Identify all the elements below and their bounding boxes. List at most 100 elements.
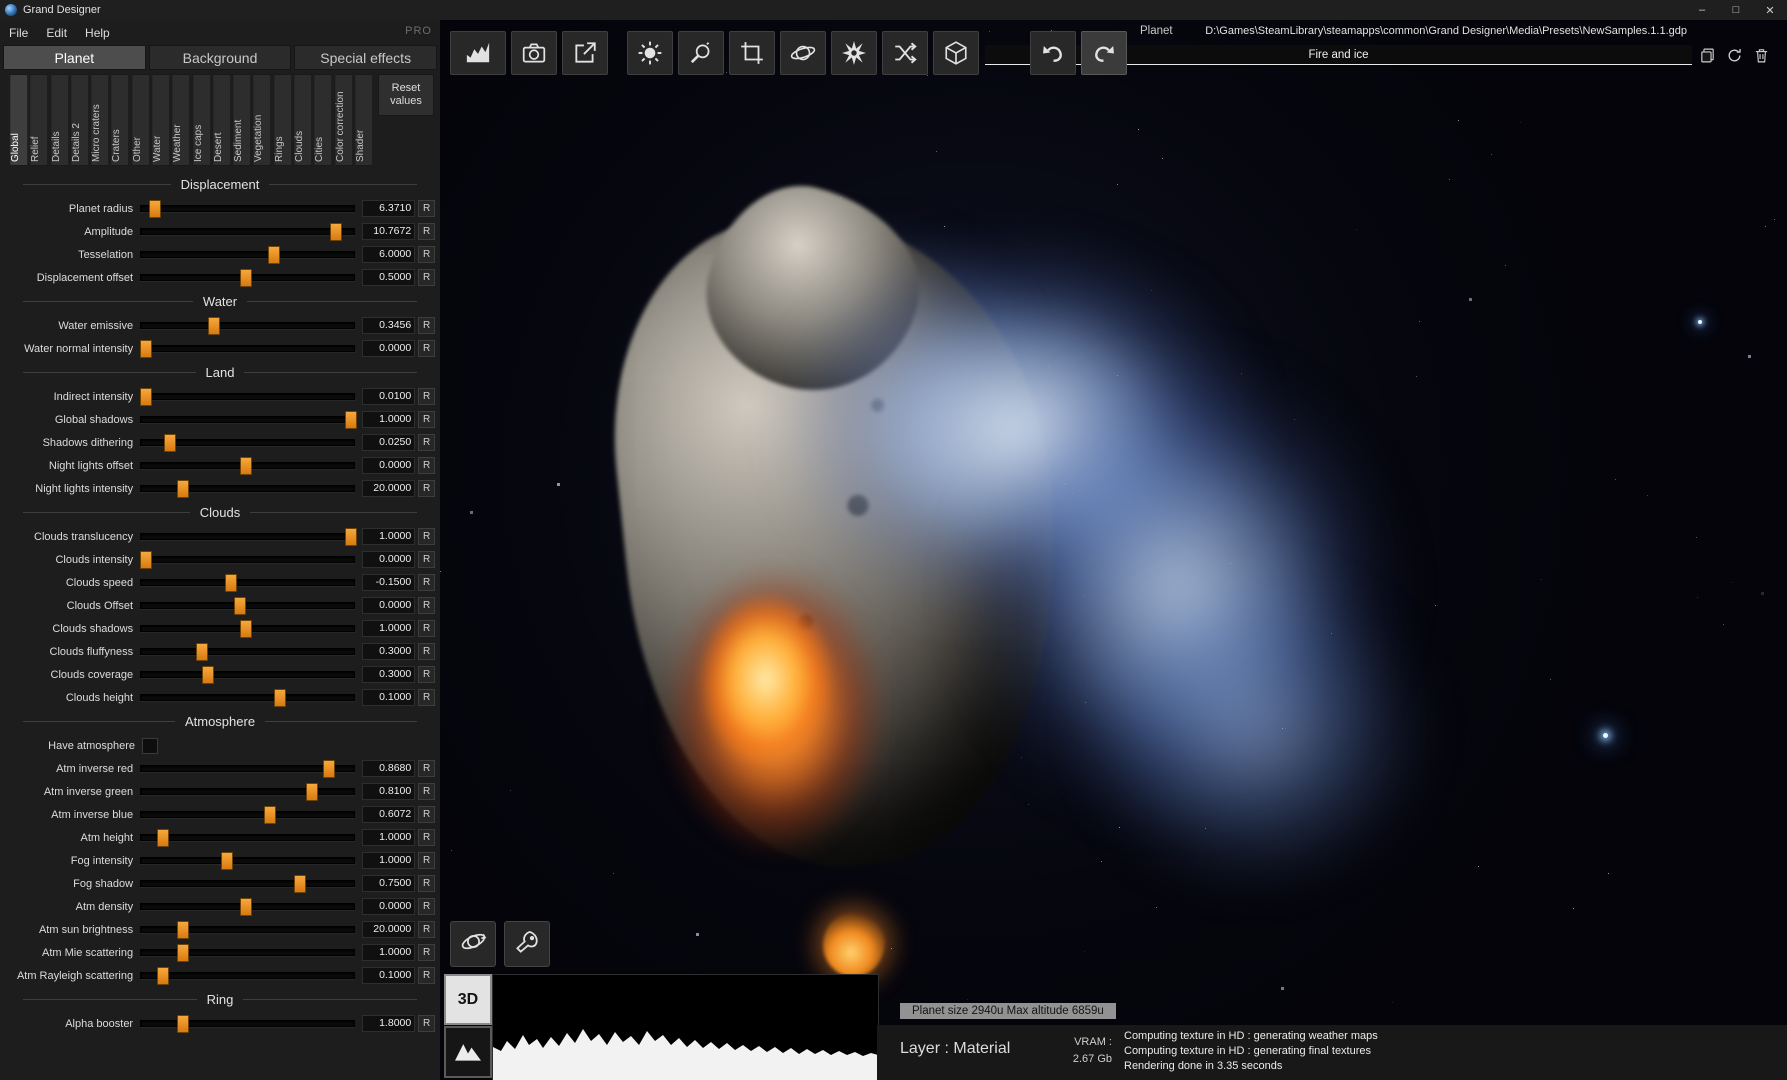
checkbox-have-atmosphere[interactable] [142, 738, 158, 754]
slider-handle[interactable] [202, 666, 214, 684]
reset-atm-density[interactable]: R [418, 898, 435, 915]
histogram-icon[interactable] [450, 31, 506, 75]
reset-night-lights-intensity[interactable]: R [418, 480, 435, 497]
vtab-water[interactable]: Water [151, 74, 170, 166]
orbit-rotate-button[interactable] [450, 921, 496, 967]
close-button[interactable]: ✕ [1753, 0, 1787, 20]
slider-handle[interactable] [140, 340, 152, 358]
slider-atm-inverse-blue[interactable] [140, 811, 355, 818]
slider-handle[interactable] [345, 411, 357, 429]
reset-fog-shadow[interactable]: R [418, 875, 435, 892]
slider-handle[interactable] [225, 574, 237, 592]
vtab-desert[interactable]: Desert [212, 74, 231, 166]
slider-tesselation[interactable] [140, 251, 355, 258]
crop-icon[interactable] [729, 31, 775, 75]
reset-global-shadows[interactable]: R [418, 411, 435, 428]
refresh-icon[interactable] [1722, 45, 1746, 65]
reset-clouds-translucency[interactable]: R [418, 528, 435, 545]
slider-handle[interactable] [240, 898, 252, 916]
slider-handle[interactable] [157, 829, 169, 847]
vtab-ice-caps[interactable]: Ice caps [192, 74, 211, 166]
value-clouds-height[interactable]: 0.1000 [362, 689, 415, 706]
slider-handle[interactable] [177, 944, 189, 962]
heightmap-view-button[interactable] [444, 1026, 492, 1078]
slider-handle[interactable] [140, 551, 152, 569]
value-atm-rayleigh-scattering[interactable]: 0.1000 [362, 967, 415, 984]
slider-handle[interactable] [157, 967, 169, 985]
slider-handle[interactable] [140, 388, 152, 406]
reset-water-normal-intensity[interactable]: R [418, 340, 435, 357]
copy-icon[interactable] [1695, 45, 1719, 65]
slider-handle[interactable] [240, 620, 252, 638]
vtab-vegetation[interactable]: Vegetation [252, 74, 271, 166]
tab-background[interactable]: Background [149, 45, 292, 70]
slider-planet-radius[interactable] [140, 205, 355, 212]
vtab-micro-craters[interactable]: Micro craters [90, 74, 109, 166]
value-indirect-intensity[interactable]: 0.0100 [362, 388, 415, 405]
slider-clouds-height[interactable] [140, 694, 355, 701]
slider-handle[interactable] [240, 457, 252, 475]
slider-handle[interactable] [274, 689, 286, 707]
reset-atm-height[interactable]: R [418, 829, 435, 846]
vtab-cities[interactable]: Cities [313, 74, 332, 166]
value-clouds-translucency[interactable]: 1.0000 [362, 528, 415, 545]
menu-edit[interactable]: Edit [37, 26, 76, 40]
vtab-details-2[interactable]: Details 2 [70, 74, 89, 166]
value-water-emissive[interactable]: 0.3456 [362, 317, 415, 334]
slider-handle[interactable] [306, 783, 318, 801]
reset-clouds-coverage[interactable]: R [418, 666, 435, 683]
slider-atm-height[interactable] [140, 834, 355, 841]
menu-file[interactable]: File [0, 26, 37, 40]
slider-handle[interactable] [149, 200, 161, 218]
vtab-weather[interactable]: Weather [171, 74, 190, 166]
reset-clouds-shadows[interactable]: R [418, 620, 435, 637]
slider-global-shadows[interactable] [140, 416, 355, 423]
reset-shadows-dithering[interactable]: R [418, 434, 435, 451]
menu-help[interactable]: Help [76, 26, 119, 40]
slider-water-normal-intensity[interactable] [140, 345, 355, 352]
vtab-craters[interactable]: Craters [110, 74, 129, 166]
value-alpha-booster[interactable]: 1.8000 [362, 1015, 415, 1032]
slider-alpha-booster[interactable] [140, 1020, 355, 1027]
value-atm-inverse-blue[interactable]: 0.6072 [362, 806, 415, 823]
brush-icon[interactable] [678, 31, 724, 75]
reset-values-button[interactable]: Reset values [378, 74, 434, 116]
vtab-global[interactable]: Global [9, 74, 28, 166]
slider-handle[interactable] [345, 528, 357, 546]
slider-clouds-intensity[interactable] [140, 556, 355, 563]
camera-icon[interactable] [511, 31, 557, 75]
reset-clouds-intensity[interactable]: R [418, 551, 435, 568]
slider-atm-mie-scattering[interactable] [140, 949, 355, 956]
slider-handle[interactable] [268, 246, 280, 264]
value-water-normal-intensity[interactable]: 0.0000 [362, 340, 415, 357]
paint-mode-button[interactable] [504, 921, 550, 967]
slider-shadows-dithering[interactable] [140, 439, 355, 446]
explosion-icon[interactable] [831, 31, 877, 75]
minimize-button[interactable]: – [1685, 0, 1719, 20]
reset-atm-inverse-red[interactable]: R [418, 760, 435, 777]
vtab-rings[interactable]: Rings [273, 74, 292, 166]
slider-displacement-offset[interactable] [140, 274, 355, 281]
value-atm-height[interactable]: 1.0000 [362, 829, 415, 846]
slider-fog-intensity[interactable] [140, 857, 355, 864]
reset-clouds-speed[interactable]: R [418, 574, 435, 591]
slider-night-lights-offset[interactable] [140, 462, 355, 469]
slider-handle[interactable] [323, 760, 335, 778]
reset-amplitude[interactable]: R [418, 223, 435, 240]
value-atm-inverse-green[interactable]: 0.8100 [362, 783, 415, 800]
value-clouds-offset[interactable]: 0.0000 [362, 597, 415, 614]
value-displacement-offset[interactable]: 0.5000 [362, 269, 415, 286]
tab-special-effects[interactable]: Special effects [294, 45, 437, 70]
value-clouds-shadows[interactable]: 1.0000 [362, 620, 415, 637]
slider-atm-rayleigh-scattering[interactable] [140, 972, 355, 979]
value-atm-density[interactable]: 0.0000 [362, 898, 415, 915]
slider-clouds-fluffyness[interactable] [140, 648, 355, 655]
reset-atm-inverse-blue[interactable]: R [418, 806, 435, 823]
reset-tesselation[interactable]: R [418, 246, 435, 263]
value-clouds-coverage[interactable]: 0.3000 [362, 666, 415, 683]
sun-icon[interactable] [627, 31, 673, 75]
slider-atm-inverse-red[interactable] [140, 765, 355, 772]
reset-clouds-offset[interactable]: R [418, 597, 435, 614]
maximize-button[interactable]: □ [1719, 0, 1753, 20]
tab-planet[interactable]: Planet [3, 45, 146, 70]
